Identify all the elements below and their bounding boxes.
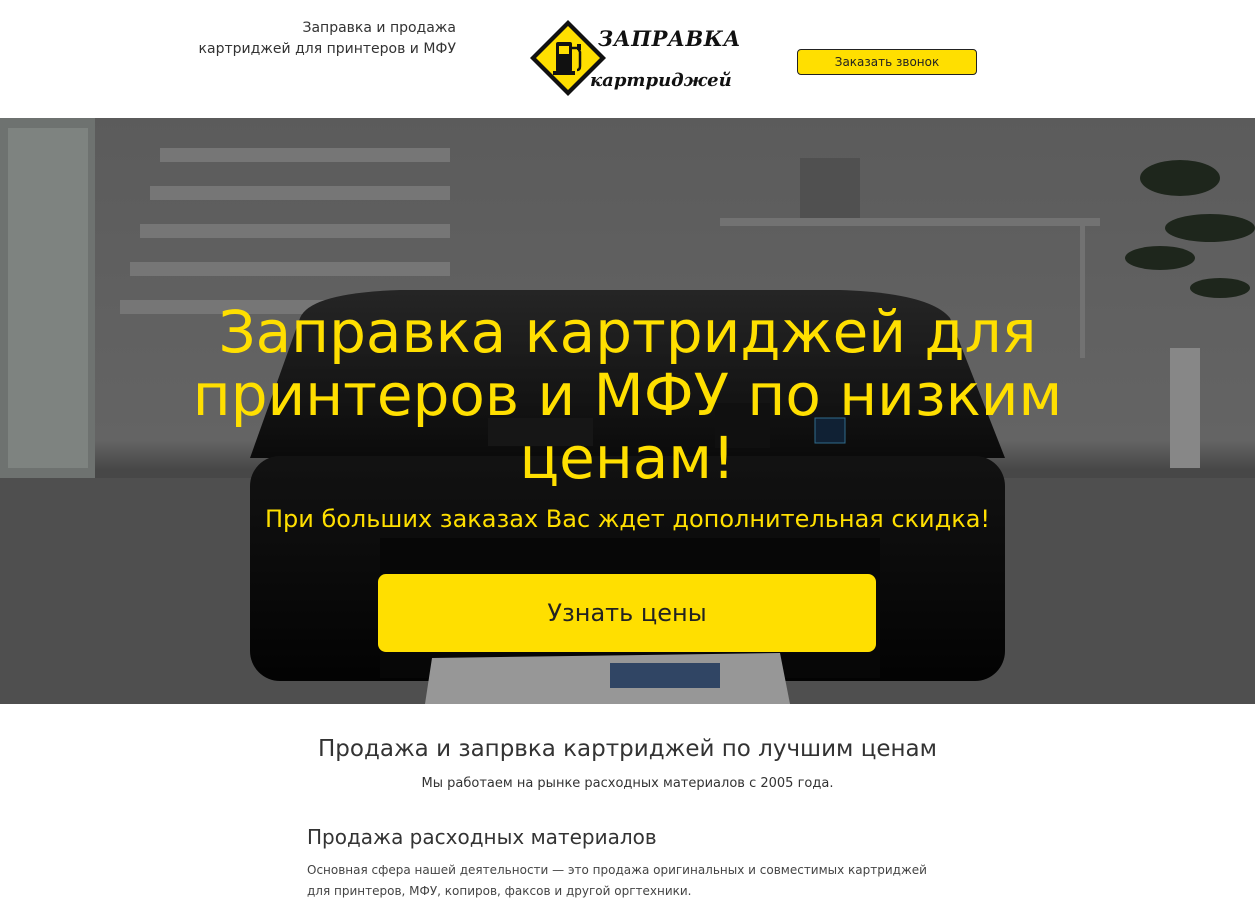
section-subtitle: Мы работаем на рынке расходных материало… <box>421 776 834 791</box>
get-prices-button[interactable]: Узнать цены <box>378 574 876 652</box>
tagline-line-2: картриджей для принтеров и МФУ <box>198 41 456 57</box>
hero-content: Заправка картриджей для принтеров и МФУ … <box>0 118 1255 704</box>
block-text: Основная сфера нашей деятельности — это … <box>307 863 927 898</box>
site-logo[interactable]: ЗАПРАВКА картриджей <box>528 18 740 98</box>
logo-text-top: ЗАПРАВКА <box>598 26 741 51</box>
header-tagline: Заправка и продажа картриджей для принте… <box>196 18 456 60</box>
hero-title: Заправка картриджей для принтеров и МФУ … <box>192 298 1063 492</box>
section-title: Продажа и запрвка картриджей по лучшим ц… <box>318 736 937 762</box>
block-title: Продажа расходных материалов <box>307 825 657 849</box>
hero-subtitle: При больших заказах Вас ждет дополнитель… <box>264 505 991 533</box>
tagline-line-1: Заправка и продажа <box>302 20 456 36</box>
order-call-button[interactable]: Заказать звонок <box>797 49 977 75</box>
hero-section: Заправка картриджей для принтеров и МФУ … <box>0 118 1255 704</box>
about-section: Продажа и запрвка картриджей по лучшим ц… <box>0 704 1255 915</box>
logo-text-bottom: картриджей <box>590 70 732 91</box>
site-header: Заправка и продажа картриджей для принте… <box>0 0 1255 118</box>
